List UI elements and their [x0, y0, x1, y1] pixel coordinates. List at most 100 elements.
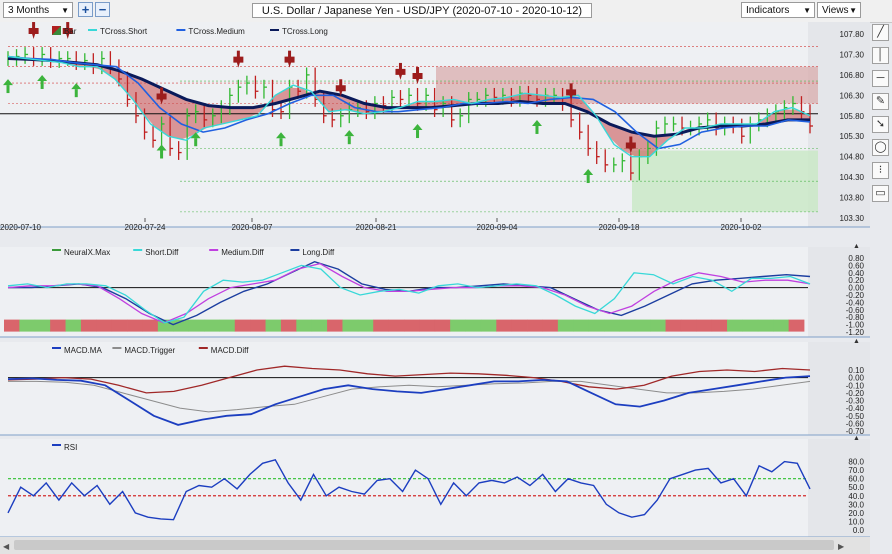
neuralx-band-segment — [280, 319, 297, 332]
macd-legend-swatch — [198, 347, 208, 349]
neuralx-band-segment — [573, 319, 590, 332]
chat-icon[interactable]: ▭ — [872, 185, 889, 202]
macd-legend-swatch — [112, 347, 122, 349]
chart-title: U.S. Dollar / Japanese Yen - USD/JPY (20… — [252, 3, 592, 18]
neuralx-band-segment — [527, 319, 543, 332]
pencil-icon[interactable]: ✎ — [872, 93, 889, 110]
chart-area: Bar TCross.Short TCross.Medium TCross.Long 1… — [0, 22, 870, 554]
x-axis-label: 2020-08-21 — [356, 223, 397, 232]
neuralx-band-segment — [557, 319, 574, 332]
neuralx-band-segment — [404, 319, 420, 332]
horizontal-line-icon[interactable]: ─ — [872, 70, 889, 87]
neuralx-band-segment — [327, 319, 343, 332]
circle-icon[interactable]: ◯ — [872, 139, 889, 156]
vertical-line-icon[interactable]: │ — [872, 47, 889, 64]
neuralx-band-segment — [727, 319, 743, 332]
sell-arrow-stem-icon — [160, 87, 164, 96]
neuralx-band-segment — [388, 319, 405, 332]
neuralx-band-segment — [634, 319, 651, 332]
neuralx-band-segment — [311, 319, 328, 332]
neuralx-legend-swatch — [209, 249, 219, 251]
buy-arrow-stem-icon — [160, 150, 164, 159]
views-label: Views — [822, 5, 849, 16]
price-legend-entry: TCross.Medium — [188, 27, 245, 36]
buy-arrow-stem-icon — [74, 89, 78, 98]
collapse-panel-icon: ▲ — [853, 338, 860, 345]
x-axis-label: 2020-10-02 — [721, 223, 762, 232]
collapse-panel-icon: ▲ — [853, 435, 860, 442]
side-toolbar: ╱ │ ─ ✎ ➘ ◯ ⁝ ▭ — [871, 24, 892, 208]
neuralx-band-segment — [80, 319, 97, 332]
neuralx-band-segment — [742, 319, 759, 332]
sell-arrow-stem-icon — [288, 50, 292, 59]
x-axis-label: 2020-07-10 — [0, 223, 41, 232]
arrow-icon[interactable]: ➘ — [872, 116, 889, 133]
neuralx-band-segment — [142, 319, 159, 332]
rsi-axis-tick-label: 0.0 — [853, 526, 865, 535]
x-axis-label: 2020-08-07 — [232, 223, 273, 232]
price-axis-tick-label: 104.80 — [840, 153, 865, 162]
buy-arrow-stem-icon — [6, 85, 10, 94]
price-axis-tick-label: 106.80 — [840, 71, 865, 80]
neuralx-legend-swatch — [290, 249, 300, 251]
neuralx-band-segment — [480, 319, 497, 332]
neuralx-band-segment — [111, 319, 128, 332]
neuralx-band-segment — [434, 319, 451, 332]
neuralx-band-segment — [711, 319, 728, 332]
price-axis-tick-label: 107.80 — [840, 30, 865, 39]
neuralx-band-segment — [188, 319, 205, 332]
macd-legend-entry: MACD.MA — [64, 346, 102, 355]
macd-legend-swatch — [52, 347, 61, 349]
zoom-out-button[interactable]: − — [95, 2, 110, 17]
neuralx-band-segment — [542, 319, 559, 332]
neuralx-band-segment — [757, 319, 774, 332]
price-axis-tick-label: 105.80 — [840, 112, 865, 121]
scroll-left-icon: ◀ — [3, 542, 10, 551]
price-axis-tick-label: 104.30 — [840, 173, 865, 182]
scroll-right-icon: ▶ — [838, 542, 845, 551]
price-axis-tick-label: 103.30 — [840, 214, 865, 223]
price-axis-tick-label: 106.30 — [840, 91, 865, 100]
sell-arrow-stem-icon — [416, 67, 420, 76]
indicators-label: Indicators — [746, 5, 790, 16]
price-legend-swatch — [270, 29, 279, 31]
views-select[interactable]: Views ▼ — [817, 2, 861, 18]
neuralx-band-segment — [665, 319, 682, 332]
neuralx-legend-entry: Long.Diff — [302, 248, 335, 257]
neuralx-band-segment — [788, 319, 805, 332]
buy-arrow-stem-icon — [416, 130, 420, 139]
price-axis-tick-label: 107.30 — [840, 50, 865, 59]
collapse-panel-icon: ▲ — [853, 243, 860, 250]
price-legend-entry: TCross.Short — [100, 27, 148, 36]
sell-arrow-stem-icon — [32, 22, 36, 31]
toolbar: 3 Months ▼ + − U.S. Dollar / Japanese Yen… — [0, 0, 892, 23]
neuralx-band-segment — [4, 319, 20, 332]
price-legend-swatch — [88, 29, 97, 31]
resistance-zone — [436, 66, 818, 104]
neuralx-legend-entry: Short.Diff — [145, 248, 179, 257]
neuralx-band-segment — [696, 319, 713, 332]
neuralx-band-segment — [357, 319, 374, 332]
rsi-legend-swatch — [52, 444, 61, 446]
neuralx-band-segment — [419, 319, 436, 332]
neuralx-legend-entry: Medium.Diff — [221, 248, 264, 257]
buy-arrow-stem-icon — [535, 125, 539, 134]
buy-arrow-stem-icon — [279, 138, 283, 147]
price-axis-tick-label: 103.80 — [840, 194, 865, 203]
neuralx-band-segment — [96, 319, 113, 332]
buy-arrow-stem-icon — [40, 80, 44, 89]
neuralx-band-segment — [373, 319, 390, 332]
indicators-select[interactable]: Indicators ▼ — [741, 2, 815, 18]
zoom-in-button[interactable]: + — [78, 2, 93, 17]
neuralx-band-segment — [34, 319, 51, 332]
neuralx-band-segment — [296, 319, 313, 332]
line-tool-icon[interactable]: ╱ — [872, 24, 889, 41]
macd-panel-background — [0, 342, 808, 435]
neuralx-band-segment — [619, 319, 636, 332]
neuralx-legend-swatch — [133, 249, 143, 251]
dots-icon[interactable]: ⁝ — [872, 162, 889, 179]
neuralx-band-segment — [50, 319, 66, 332]
price-axis-tick-label: 105.30 — [840, 132, 865, 141]
range-select[interactable]: 3 Months ▼ — [3, 2, 73, 18]
neuralx-band-segment — [773, 319, 790, 332]
